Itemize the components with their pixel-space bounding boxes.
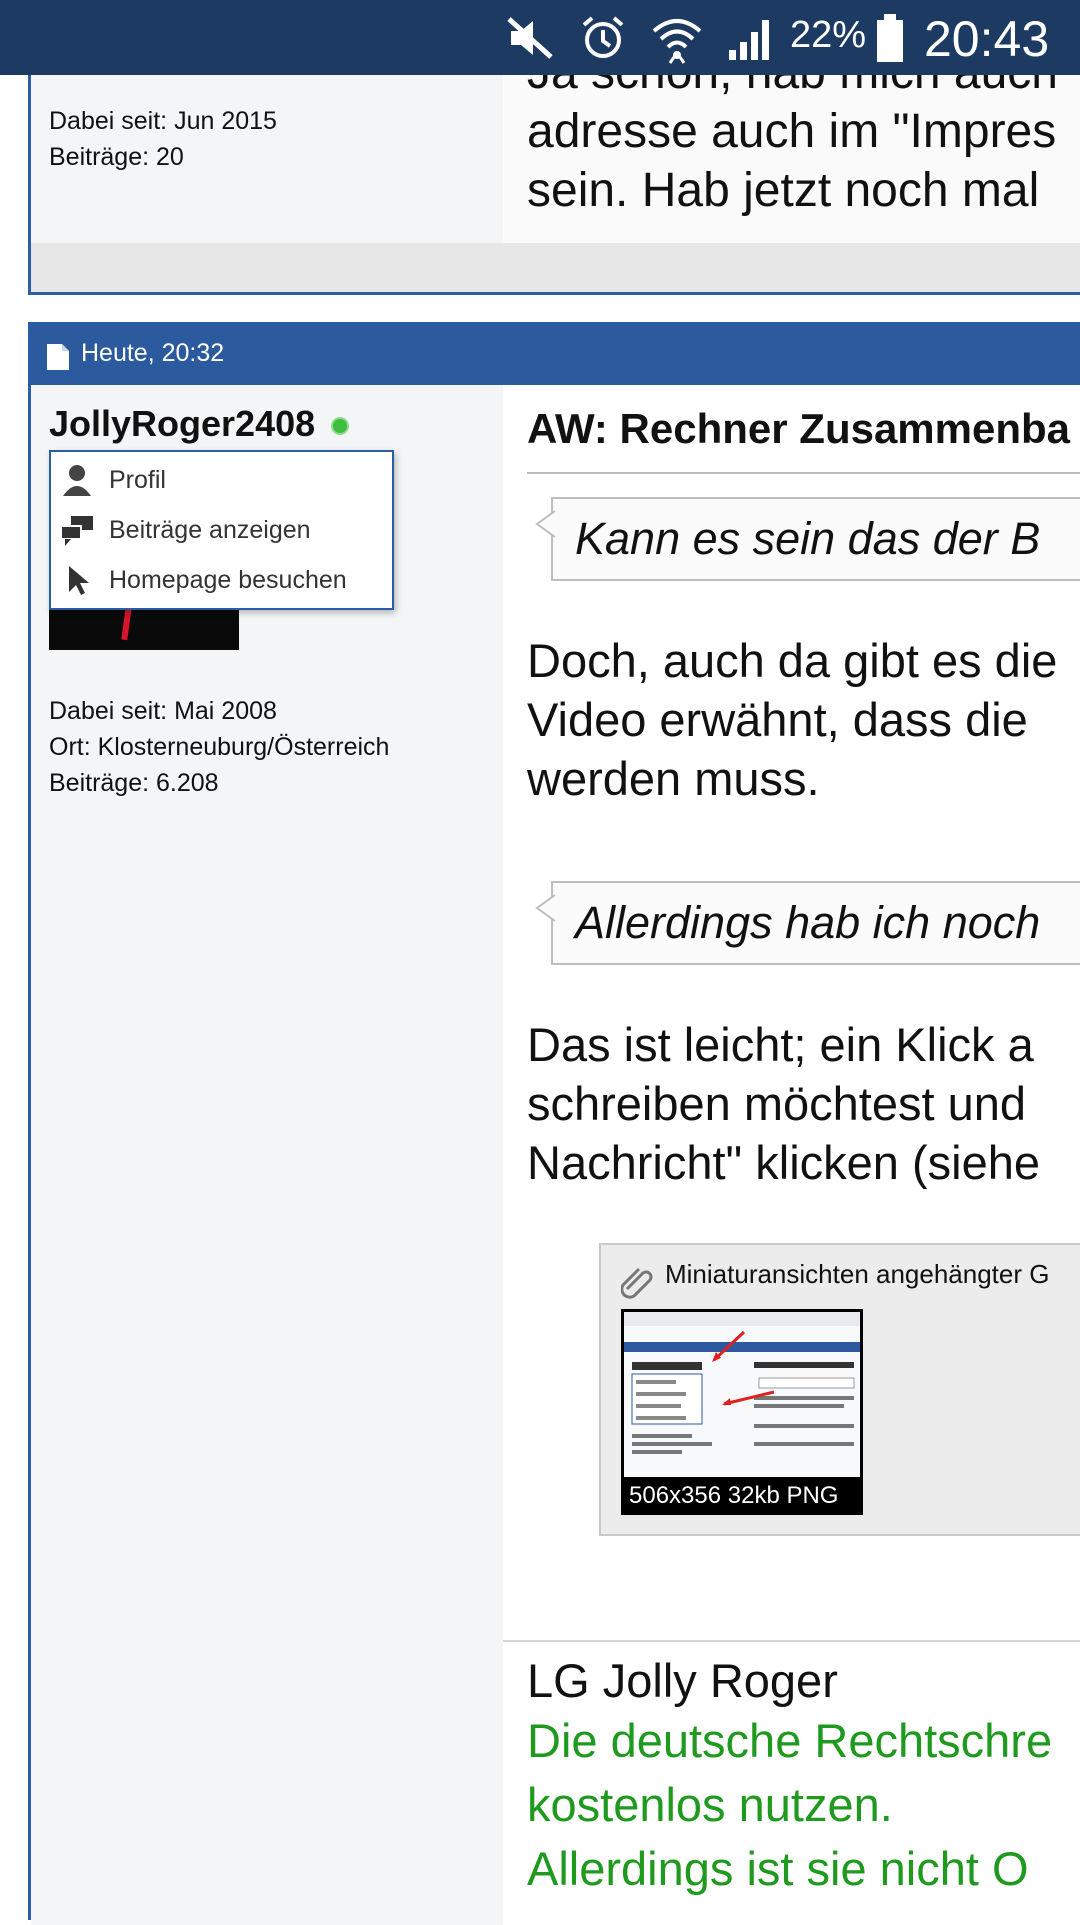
previous-post: Dabei seit: Jun 2015 Beiträge: 20 Ja sch… <box>28 75 1080 295</box>
menu-item-label: Profil <box>109 465 166 494</box>
text-line: sein. Hab jetzt noch mal <box>527 164 1040 217</box>
text-line: adresse auch im "Impres <box>527 105 1057 158</box>
signature-link[interactable]: Die deutsche Rechtschre <box>527 1713 1052 1768</box>
post-count: Beiträge: 20 <box>49 143 184 171</box>
post-title: AW: Rechner Zusammenba <box>527 405 1071 452</box>
forum-post: Heute, 20:32 JollyRoger2408 Profil Beitr… <box>28 322 1080 1925</box>
status-bar: 22% 20:43 <box>0 0 1080 75</box>
person-icon <box>59 462 95 498</box>
text-line: schreiben möchtest und <box>527 1077 1027 1130</box>
document-icon <box>45 342 71 377</box>
quote-text: Allerdings hab ich noch <box>575 897 1041 948</box>
username-link[interactable]: JollyRoger2408 <box>49 403 315 445</box>
user-popup-menu: Profil Beiträge anzeigen Homepage besuch… <box>49 450 394 610</box>
previous-post-text: Ja schon, hab mich auch adresse auch im … <box>527 75 1058 220</box>
signal-icon <box>725 0 777 75</box>
quote-block: Allerdings hab ich noch <box>535 881 1080 965</box>
menu-item-view-posts[interactable]: Beiträge anzeigen <box>51 506 392 554</box>
quote-block: Kann es sein das der B <box>535 497 1080 581</box>
member-since: Dabei seit: Jun 2015 <box>49 107 277 135</box>
thumbnail-caption: 506x356 32kb PNG <box>629 1482 839 1509</box>
alarm-icon <box>578 0 628 75</box>
battery-icon <box>875 0 905 75</box>
member-since: Dabei seit: Mai 2008 <box>49 697 277 725</box>
text-line: Nachricht" klicken (siehe <box>527 1136 1040 1189</box>
thumbnail-preview <box>624 1312 860 1477</box>
attachment-thumbnail[interactable]: 506x356 32kb PNG <box>621 1309 863 1515</box>
post-header: Heute, 20:32 <box>31 325 1080 385</box>
quote-arrow-icon <box>531 893 561 923</box>
title-divider <box>527 472 1080 474</box>
previous-post-content: Ja schon, hab mich auch adresse auch im … <box>503 75 1080 243</box>
post-user-info: JollyRoger2408 Profil Beiträge anzeigen <box>31 385 503 1925</box>
attachment-box: Miniaturansichten angehängter G 506x356 … <box>599 1243 1080 1536</box>
paperclip-icon <box>620 1265 655 1304</box>
quote-text: Kann es sein das der B <box>575 513 1041 564</box>
cursor-icon <box>59 562 95 598</box>
menu-item-visit-homepage[interactable]: Homepage besuchen <box>51 556 392 604</box>
text-line: Ja schon, hab mich auch <box>527 75 1058 102</box>
signature-link[interactable]: Allerdings ist sie nicht O <box>527 1841 1029 1896</box>
previous-post-user-info: Dabei seit: Jun 2015 Beiträge: 20 <box>31 75 503 243</box>
post-date: Heute, 20:32 <box>81 339 225 367</box>
text-line: Das ist leicht; ein Klick a <box>527 1018 1034 1071</box>
text-line: werden muss. <box>527 752 820 805</box>
post-paragraph: Doch, auch da gibt es die Video erwähnt,… <box>527 631 1057 808</box>
signature-divider <box>503 1640 1080 1642</box>
post-count: Beiträge: 6.208 <box>49 769 219 797</box>
chat-bubbles-icon <box>59 512 95 548</box>
attachment-title: Miniaturansichten angehängter G <box>665 1259 1050 1289</box>
previous-post-footer <box>31 243 1080 292</box>
battery-percent: 22% <box>790 14 867 56</box>
online-status-icon <box>331 417 349 435</box>
post-paragraph: Das ist leicht; ein Klick a schreiben mö… <box>527 1015 1040 1192</box>
mute-icon <box>505 0 555 75</box>
menu-item-label: Homepage besuchen <box>109 565 347 594</box>
quote-arrow-icon <box>531 509 561 539</box>
menu-item-label: Beiträge anzeigen <box>109 515 311 544</box>
menu-item-profile[interactable]: Profil <box>51 456 392 504</box>
text-line: Video erwähnt, dass die <box>527 693 1028 746</box>
location: Ort: Klosterneuburg/Österreich <box>49 733 390 761</box>
clock: 20:43 <box>924 11 1050 67</box>
signature-link[interactable]: kostenlos nutzen. <box>527 1777 893 1832</box>
text-line: Doch, auch da gibt es die <box>527 634 1058 687</box>
wifi-icon <box>650 0 704 75</box>
signature-name: LG Jolly Roger <box>527 1654 838 1707</box>
post-content: AW: Rechner Zusammenba Kann es sein das … <box>503 385 1080 1925</box>
